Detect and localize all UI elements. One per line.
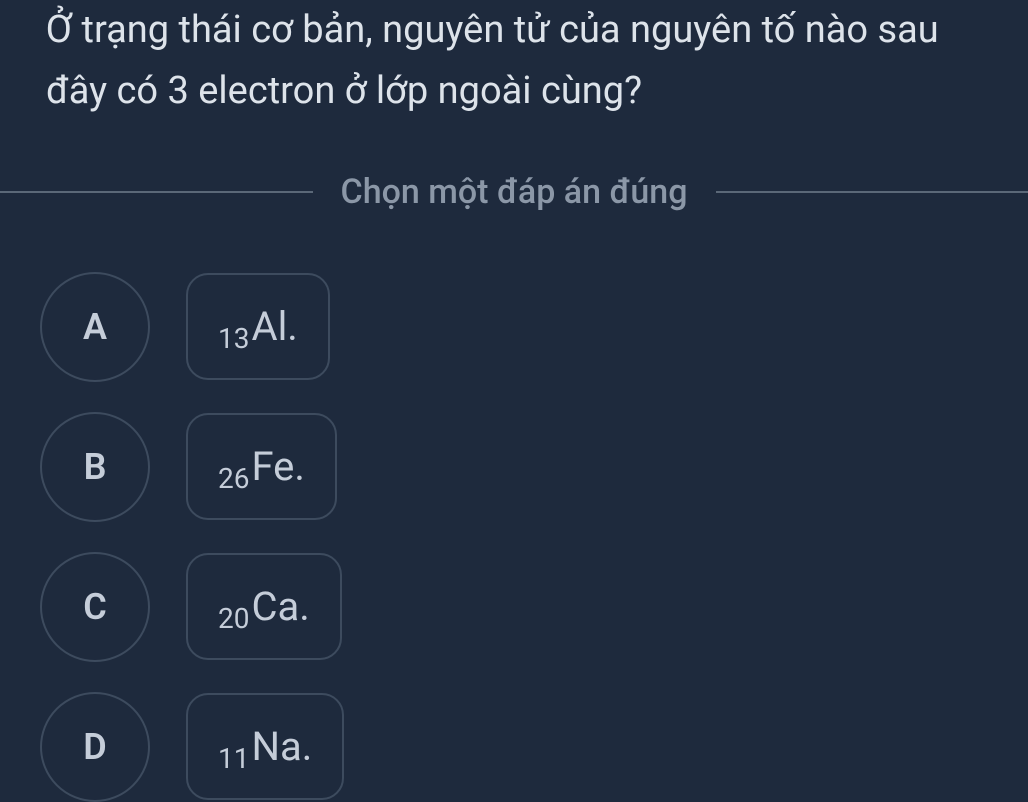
option-b[interactable]: B 26 Fe. (40, 412, 988, 522)
element-c: Ca. (251, 583, 309, 630)
element-a: Al. (251, 303, 297, 350)
option-letter-b[interactable]: B (40, 412, 150, 522)
option-content-b[interactable]: 26 Fe. (186, 413, 337, 520)
subscript-a: 13 (218, 322, 249, 355)
option-letter-d[interactable]: D (40, 692, 150, 802)
divider-line-left (0, 191, 313, 193)
option-content-c[interactable]: 20 Ca. (186, 553, 342, 660)
element-b: Fe. (251, 443, 304, 490)
subscript-c: 20 (218, 602, 249, 635)
options-list: A 13 Al. B 26 Fe. C 20 Ca. D 11 Na. (0, 272, 1028, 802)
option-c[interactable]: C 20 Ca. (40, 552, 988, 662)
question-text: Ở trạng thái cơ bản, nguyên tử của nguyê… (0, 0, 1028, 122)
subscript-d: 11 (218, 742, 249, 775)
divider-line-right (716, 191, 1028, 193)
option-d[interactable]: D 11 Na. (40, 692, 988, 802)
option-letter-c[interactable]: C (40, 552, 150, 662)
option-content-d[interactable]: 11 Na. (186, 693, 344, 800)
instruction-text: Chọn một đáp án đúng (313, 172, 716, 212)
option-letter-a[interactable]: A (40, 272, 150, 382)
element-d: Na. (251, 723, 312, 770)
instruction-divider: Chọn một đáp án đúng (0, 172, 1028, 212)
subscript-b: 26 (218, 462, 249, 495)
option-content-a[interactable]: 13 Al. (186, 273, 330, 380)
option-a[interactable]: A 13 Al. (40, 272, 988, 382)
